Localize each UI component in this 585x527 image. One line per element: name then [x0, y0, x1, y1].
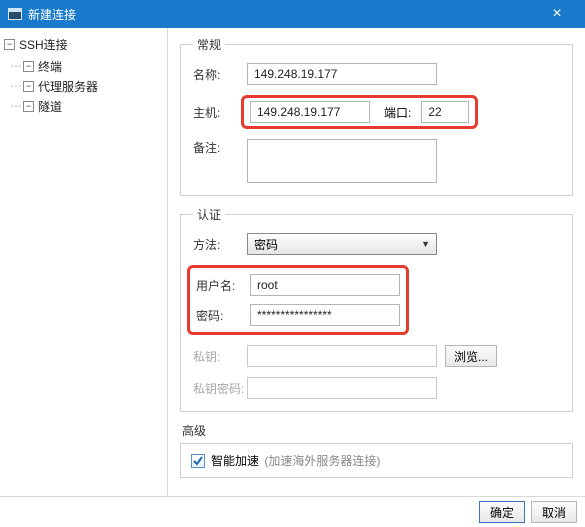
collapse-icon[interactable]: − [23, 101, 34, 112]
tree-item-label: 终端 [38, 58, 62, 75]
host-label: 主机: [193, 104, 247, 121]
tree-item-proxy[interactable]: ⋯ − 代理服务器 [10, 76, 163, 96]
collapse-icon[interactable]: − [4, 39, 15, 50]
tree-item-tunnel[interactable]: ⋯ − 隧道 [10, 96, 163, 116]
advanced-box: 智能加速 (加速海外服务器连接) [180, 443, 573, 478]
smart-accel-hint: (加速海外服务器连接) [264, 454, 380, 468]
private-key-input [247, 345, 437, 367]
method-label: 方法: [193, 236, 247, 253]
credentials-highlight: 用户名: 密码: [187, 265, 409, 335]
smart-accel-checkbox[interactable] [191, 454, 205, 468]
body: − SSH连接 ⋯ − 终端 ⋯ − 代理服务器 ⋯ − 隧道 常规 名称: 主 [0, 28, 585, 497]
advanced-text: 智能加速 (加速海外服务器连接) [211, 452, 380, 469]
name-input[interactable] [247, 63, 437, 85]
row-method: 方法: 密码 ▼ [193, 233, 560, 255]
row-name: 名称: [193, 63, 560, 85]
row-credentials: 用户名: 密码: [193, 265, 560, 335]
row-private-key: 私钥: 浏览... [193, 345, 560, 367]
user-label: 用户名: [196, 277, 250, 294]
tree-root-label: SSH连接 [19, 36, 68, 53]
row-note: 备注: [193, 139, 560, 183]
chevron-down-icon: ▼ [421, 239, 430, 249]
sidebar: − SSH连接 ⋯ − 终端 ⋯ − 代理服务器 ⋯ − 隧道 [0, 28, 168, 496]
browse-button[interactable]: 浏览... [445, 345, 497, 367]
advanced-group: 高级 智能加速 (加速海外服务器连接) [180, 422, 573, 478]
auth-group: 认证 方法: 密码 ▼ 用户名: 密码: [180, 206, 573, 412]
row-host: 主机: 端口: [193, 95, 560, 129]
row-key-password: 私钥密码: [193, 377, 560, 399]
general-legend: 常规 [193, 36, 225, 53]
tree-branch-icon: ⋯ [10, 99, 21, 113]
host-highlight: 端口: [241, 95, 478, 129]
keypass-label: 私钥密码: [193, 380, 247, 397]
username-input[interactable] [250, 274, 400, 296]
port-input[interactable] [421, 101, 469, 123]
password-input[interactable] [250, 304, 400, 326]
footer: 确定 取消 [0, 497, 585, 527]
note-label: 备注: [193, 139, 247, 156]
key-label: 私钥: [193, 348, 247, 365]
cancel-button[interactable]: 取消 [531, 501, 577, 523]
app-icon [8, 8, 22, 20]
smart-accel-label: 智能加速 [211, 454, 259, 468]
window-title: 新建连接 [28, 6, 537, 23]
tree-branch-icon: ⋯ [10, 59, 21, 73]
titlebar: 新建连接 × [0, 0, 585, 28]
close-icon[interactable]: × [537, 5, 577, 23]
collapse-icon[interactable]: − [23, 61, 34, 72]
tree-item-label: 代理服务器 [38, 78, 98, 95]
auth-legend: 认证 [193, 206, 225, 223]
main-panel: 常规 名称: 主机: 端口: 备注: 认证 方法: [168, 28, 585, 496]
advanced-legend: 高级 [182, 422, 573, 439]
ok-button[interactable]: 确定 [479, 501, 525, 523]
tree-branch-icon: ⋯ [10, 79, 21, 93]
port-label: 端口: [384, 104, 411, 121]
note-textarea[interactable] [247, 139, 437, 183]
name-label: 名称: [193, 66, 247, 83]
tree-item-label: 隧道 [38, 98, 62, 115]
check-icon [193, 456, 203, 466]
pass-label: 密码: [196, 307, 250, 324]
tree-root-ssh[interactable]: − SSH连接 [4, 34, 163, 54]
method-select[interactable]: 密码 ▼ [247, 233, 437, 255]
key-password-input [247, 377, 437, 399]
host-input[interactable] [250, 101, 370, 123]
general-group: 常规 名称: 主机: 端口: 备注: [180, 36, 573, 196]
tree-item-terminal[interactable]: ⋯ − 终端 [10, 56, 163, 76]
method-value: 密码 [254, 236, 278, 253]
collapse-icon[interactable]: − [23, 81, 34, 92]
